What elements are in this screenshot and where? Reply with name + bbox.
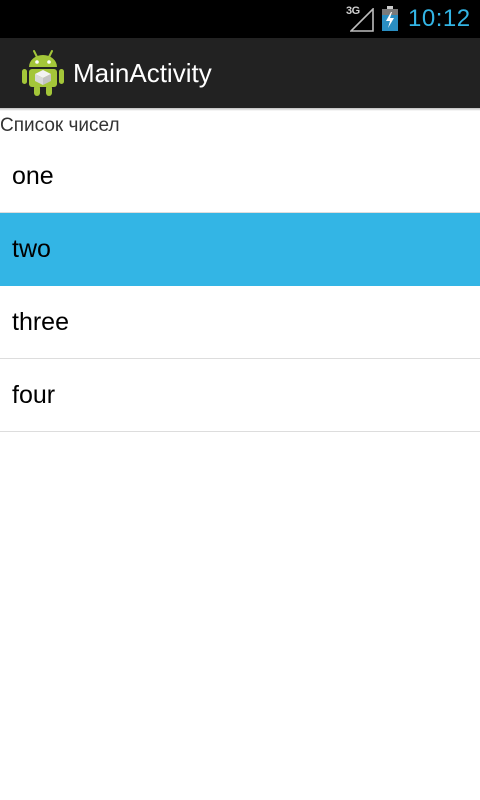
list-header: Список чисел [0,115,120,136]
action-bar-shadow [0,108,480,111]
battery-charging-icon [382,6,398,31]
list-item[interactable]: three [0,286,480,359]
action-bar-title: MainActivity [73,58,212,88]
android-robot-icon[interactable] [21,48,65,98]
action-bar: MainActivity [0,38,480,108]
network-indicator: 3G [346,5,376,32]
number-list: one two three four [0,140,480,432]
list-item[interactable]: four [0,359,480,432]
list-item-selected[interactable]: two [0,213,480,286]
status-bar: 3G 10:12 [0,0,480,38]
signal-icon [350,8,374,32]
status-clock: 10:12 [408,5,471,32]
list-item[interactable]: one [0,140,480,213]
